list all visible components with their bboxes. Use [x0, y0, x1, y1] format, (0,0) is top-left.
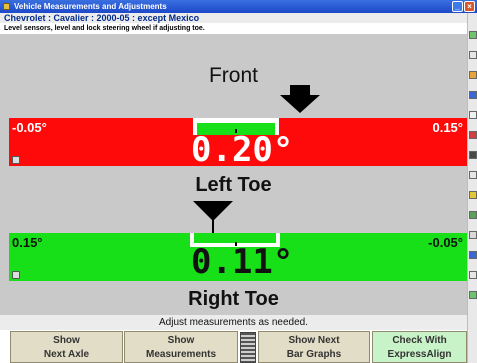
left-toe-max: 0.15° [432, 120, 463, 135]
tool-icon[interactable] [469, 111, 477, 119]
button-line: ExpressAlign [387, 349, 452, 360]
minimize-icon[interactable]: _ [452, 1, 463, 12]
button-line: Show [167, 335, 195, 346]
left-toe-min: -0.05° [12, 120, 47, 135]
right-toe-min: 0.15° [12, 235, 43, 250]
lock-icon[interactable] [12, 156, 20, 164]
button-line: Show Next [288, 335, 340, 346]
show-next-axle-button[interactable]: Show Next Axle [10, 331, 123, 363]
button-line: Bar Graphs [286, 349, 342, 360]
tool-icon[interactable] [469, 211, 477, 219]
left-indicator-stem [290, 85, 310, 95]
instruction-text: Level sensors, level and lock steering w… [0, 23, 467, 34]
right-toe-value: 0.11° [191, 242, 294, 282]
window-title: Vehicle Measurements and Adjustments [14, 2, 167, 11]
vehicle-label: Chevrolet : Cavalier : 2000-05 : except … [0, 13, 467, 23]
right-toe-max: -0.05° [428, 235, 463, 250]
left-indicator-arrow [280, 95, 320, 113]
bar-scale-icon [240, 332, 256, 363]
tool-icon[interactable] [469, 51, 477, 59]
tool-icon[interactable] [469, 291, 477, 299]
tool-icon[interactable] [469, 231, 477, 239]
right-indicator-stem [203, 201, 223, 209]
tool-icon[interactable] [469, 251, 477, 259]
app-icon [3, 3, 10, 10]
show-next-bar-graphs-button[interactable]: Show Next Bar Graphs [258, 331, 370, 363]
show-measurements-button[interactable]: Show Measurements [124, 331, 238, 363]
axle-label: Front [208, 64, 258, 87]
button-line: Check With [392, 335, 447, 346]
window-title-bar: Vehicle Measurements and Adjustments _ × [0, 0, 477, 13]
left-toe-value: 0.20° [191, 130, 294, 170]
button-line: Show [53, 335, 80, 346]
check-with-expressalign-button[interactable]: Check With ExpressAlign [372, 331, 467, 363]
left-toe-title: Left Toe [195, 174, 272, 196]
tool-icon[interactable] [469, 91, 477, 99]
tool-icon[interactable] [469, 151, 477, 159]
tool-icon[interactable] [469, 191, 477, 199]
tool-icon[interactable] [469, 31, 477, 39]
tool-icon[interactable] [469, 171, 477, 179]
right-toe-title: Right Toe [188, 288, 279, 310]
tool-icon[interactable] [469, 131, 477, 139]
button-line: Measurements [145, 349, 217, 360]
measurement-panel: Front -0.05° 0.15° 0.20° Left Toe 0.15° … [0, 34, 467, 315]
status-message: Adjust measurements as needed. [0, 315, 467, 330]
close-icon[interactable]: × [464, 1, 475, 12]
side-toolbar [467, 13, 477, 363]
lock-icon[interactable] [12, 271, 20, 279]
tool-icon[interactable] [469, 271, 477, 279]
button-line: Next Axle [43, 349, 90, 360]
tool-icon[interactable] [469, 71, 477, 79]
